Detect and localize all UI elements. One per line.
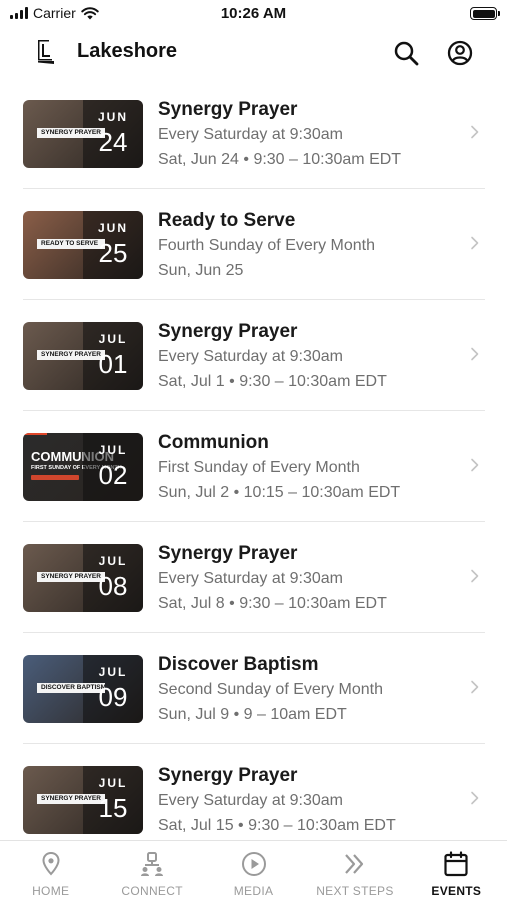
event-datetime: Sun, Jul 9 • 9 – 10am EDT [158, 706, 347, 723]
tab-label: MEDIA [233, 884, 274, 898]
event-recurrence: Every Saturday at 9:30am [158, 570, 343, 587]
event-row[interactable]: READY TO SERVE JUN 25 Ready to Serve Fourth … [0, 189, 507, 300]
thumb-day: 15 [98, 793, 128, 823]
people-icon [141, 852, 164, 876]
event-datetime: Sat, Jun 24 • 9:30 – 10:30am EDT [158, 151, 402, 168]
tab-label: NEXT STEPS [316, 884, 394, 898]
thumb-pill [31, 475, 79, 480]
event-thumbnail: READY TO SERVE JUN 25 [23, 211, 143, 279]
search-button[interactable] [391, 38, 421, 68]
thumb-day: 01 [98, 349, 128, 379]
event-title: Discover Baptism [158, 654, 319, 675]
event-recurrence: Every Saturday at 9:30am [158, 792, 343, 809]
thumb-day: 02 [98, 460, 128, 490]
profile-button[interactable] [445, 38, 475, 68]
status-time: 10:26 AM [220, 5, 287, 22]
tab-label: HOME [32, 884, 70, 898]
tab-label: CONNECT [121, 884, 183, 898]
event-datetime: Sat, Jul 15 • 9:30 – 10:30am EDT [158, 817, 396, 834]
thumb-month: JUL [98, 776, 128, 790]
event-datetime: Sun, Jun 25 [158, 262, 244, 279]
tab-connect[interactable]: CONNECT [101, 841, 202, 900]
event-row[interactable]: COMMUNION FIRST SUNDAY OF EVERY MONTH JUL 0… [0, 411, 507, 522]
thumb-day: 08 [98, 571, 128, 601]
event-recurrence: Every Saturday at 9:30am [158, 348, 343, 365]
event-thumbnail: COMMUNION FIRST SUNDAY OF EVERY MONTH JUL 0… [23, 433, 143, 501]
map-pin-icon [42, 851, 60, 876]
chevron-right-icon [471, 791, 479, 805]
tab-media[interactable]: MEDIA [203, 841, 304, 900]
app-title: Lakeshore [77, 40, 178, 62]
event-thumbnail: SYNERGY PRAYER JUL 15 [23, 766, 143, 834]
tab-home[interactable]: HOME [0, 841, 101, 900]
double-chevron-icon [345, 854, 364, 874]
event-list[interactable]: SYNERGY PRAYER JUN 24 Synergy Prayer Every S… [0, 78, 507, 840]
thumb-month: JUN [97, 110, 128, 124]
tab-bar: HOME CONNECT MEDIA NEXT STEPS EVENTS [0, 840, 507, 900]
status-bar: Carrier 10:26 AM [0, 0, 507, 28]
event-recurrence: First Sunday of Every Month [158, 459, 360, 476]
thumb-day: 25 [98, 238, 128, 268]
chevron-right-icon [471, 236, 479, 250]
lakeshore-logo-icon [38, 40, 54, 64]
search-icon [394, 41, 419, 66]
event-datetime: Sat, Jul 1 • 9:30 – 10:30am EDT [158, 373, 387, 390]
event-thumbnail: DISCOVER BAPTISM JUL 09 [23, 655, 143, 723]
event-row[interactable]: SYNERGY PRAYER JUN 24 Synergy Prayer Every S… [0, 78, 507, 189]
thumb-month: JUL [98, 443, 128, 457]
tab-next-steps[interactable]: NEXT STEPS [304, 841, 405, 900]
event-recurrence: Second Sunday of Every Month [158, 681, 384, 698]
chevron-right-icon [471, 569, 479, 583]
event-datetime: Sat, Jul 8 • 9:30 – 10:30am EDT [158, 595, 387, 612]
chevron-right-icon [471, 125, 479, 139]
play-circle-icon [241, 852, 266, 876]
event-datetime: Sun, Jul 2 • 10:15 – 10:30am EDT [158, 484, 401, 501]
event-title: Synergy Prayer [158, 543, 298, 564]
event-title: Synergy Prayer [158, 99, 298, 120]
event-title: Ready to Serve [158, 210, 296, 231]
chevron-right-icon [471, 680, 479, 694]
event-row[interactable]: DISCOVER BAPTISM JUL 09 Discover Baptism Sec… [0, 633, 507, 744]
event-recurrence: Fourth Sunday of Every Month [158, 237, 375, 254]
event-title: Synergy Prayer [158, 765, 298, 786]
thumb-month: JUL [98, 332, 128, 346]
calendar-icon [444, 851, 468, 877]
thumb-accent [23, 433, 47, 435]
event-title: Communion [158, 432, 269, 453]
tab-events[interactable]: EVENTS [406, 841, 507, 900]
thumb-month: JUL [98, 665, 128, 679]
event-row[interactable]: SYNERGY PRAYER JUL 15 Synergy Prayer Every S… [0, 744, 507, 840]
thumb-day: 24 [98, 127, 128, 157]
account-icon [447, 40, 473, 66]
event-row[interactable]: SYNERGY PRAYER JUL 01 Synergy Prayer Every S… [0, 300, 507, 411]
event-thumbnail: SYNERGY PRAYER JUL 01 [23, 322, 143, 390]
chevron-right-icon [471, 347, 479, 361]
thumb-month: JUL [98, 554, 128, 568]
battery-icon [470, 7, 500, 20]
event-thumbnail: SYNERGY PRAYER JUN 24 [23, 100, 143, 168]
app-header: Lakeshore [0, 30, 507, 76]
thumb-day: 09 [98, 682, 128, 712]
event-thumbnail: SYNERGY PRAYER JUL 08 [23, 544, 143, 612]
event-title: Synergy Prayer [158, 321, 298, 342]
tab-label: EVENTS [431, 884, 482, 898]
thumb-month: JUN [97, 221, 128, 235]
event-recurrence: Every Saturday at 9:30am [158, 126, 343, 143]
chevron-right-icon [471, 458, 479, 472]
event-row[interactable]: SYNERGY PRAYER JUL 08 Synergy Prayer Every S… [0, 522, 507, 633]
